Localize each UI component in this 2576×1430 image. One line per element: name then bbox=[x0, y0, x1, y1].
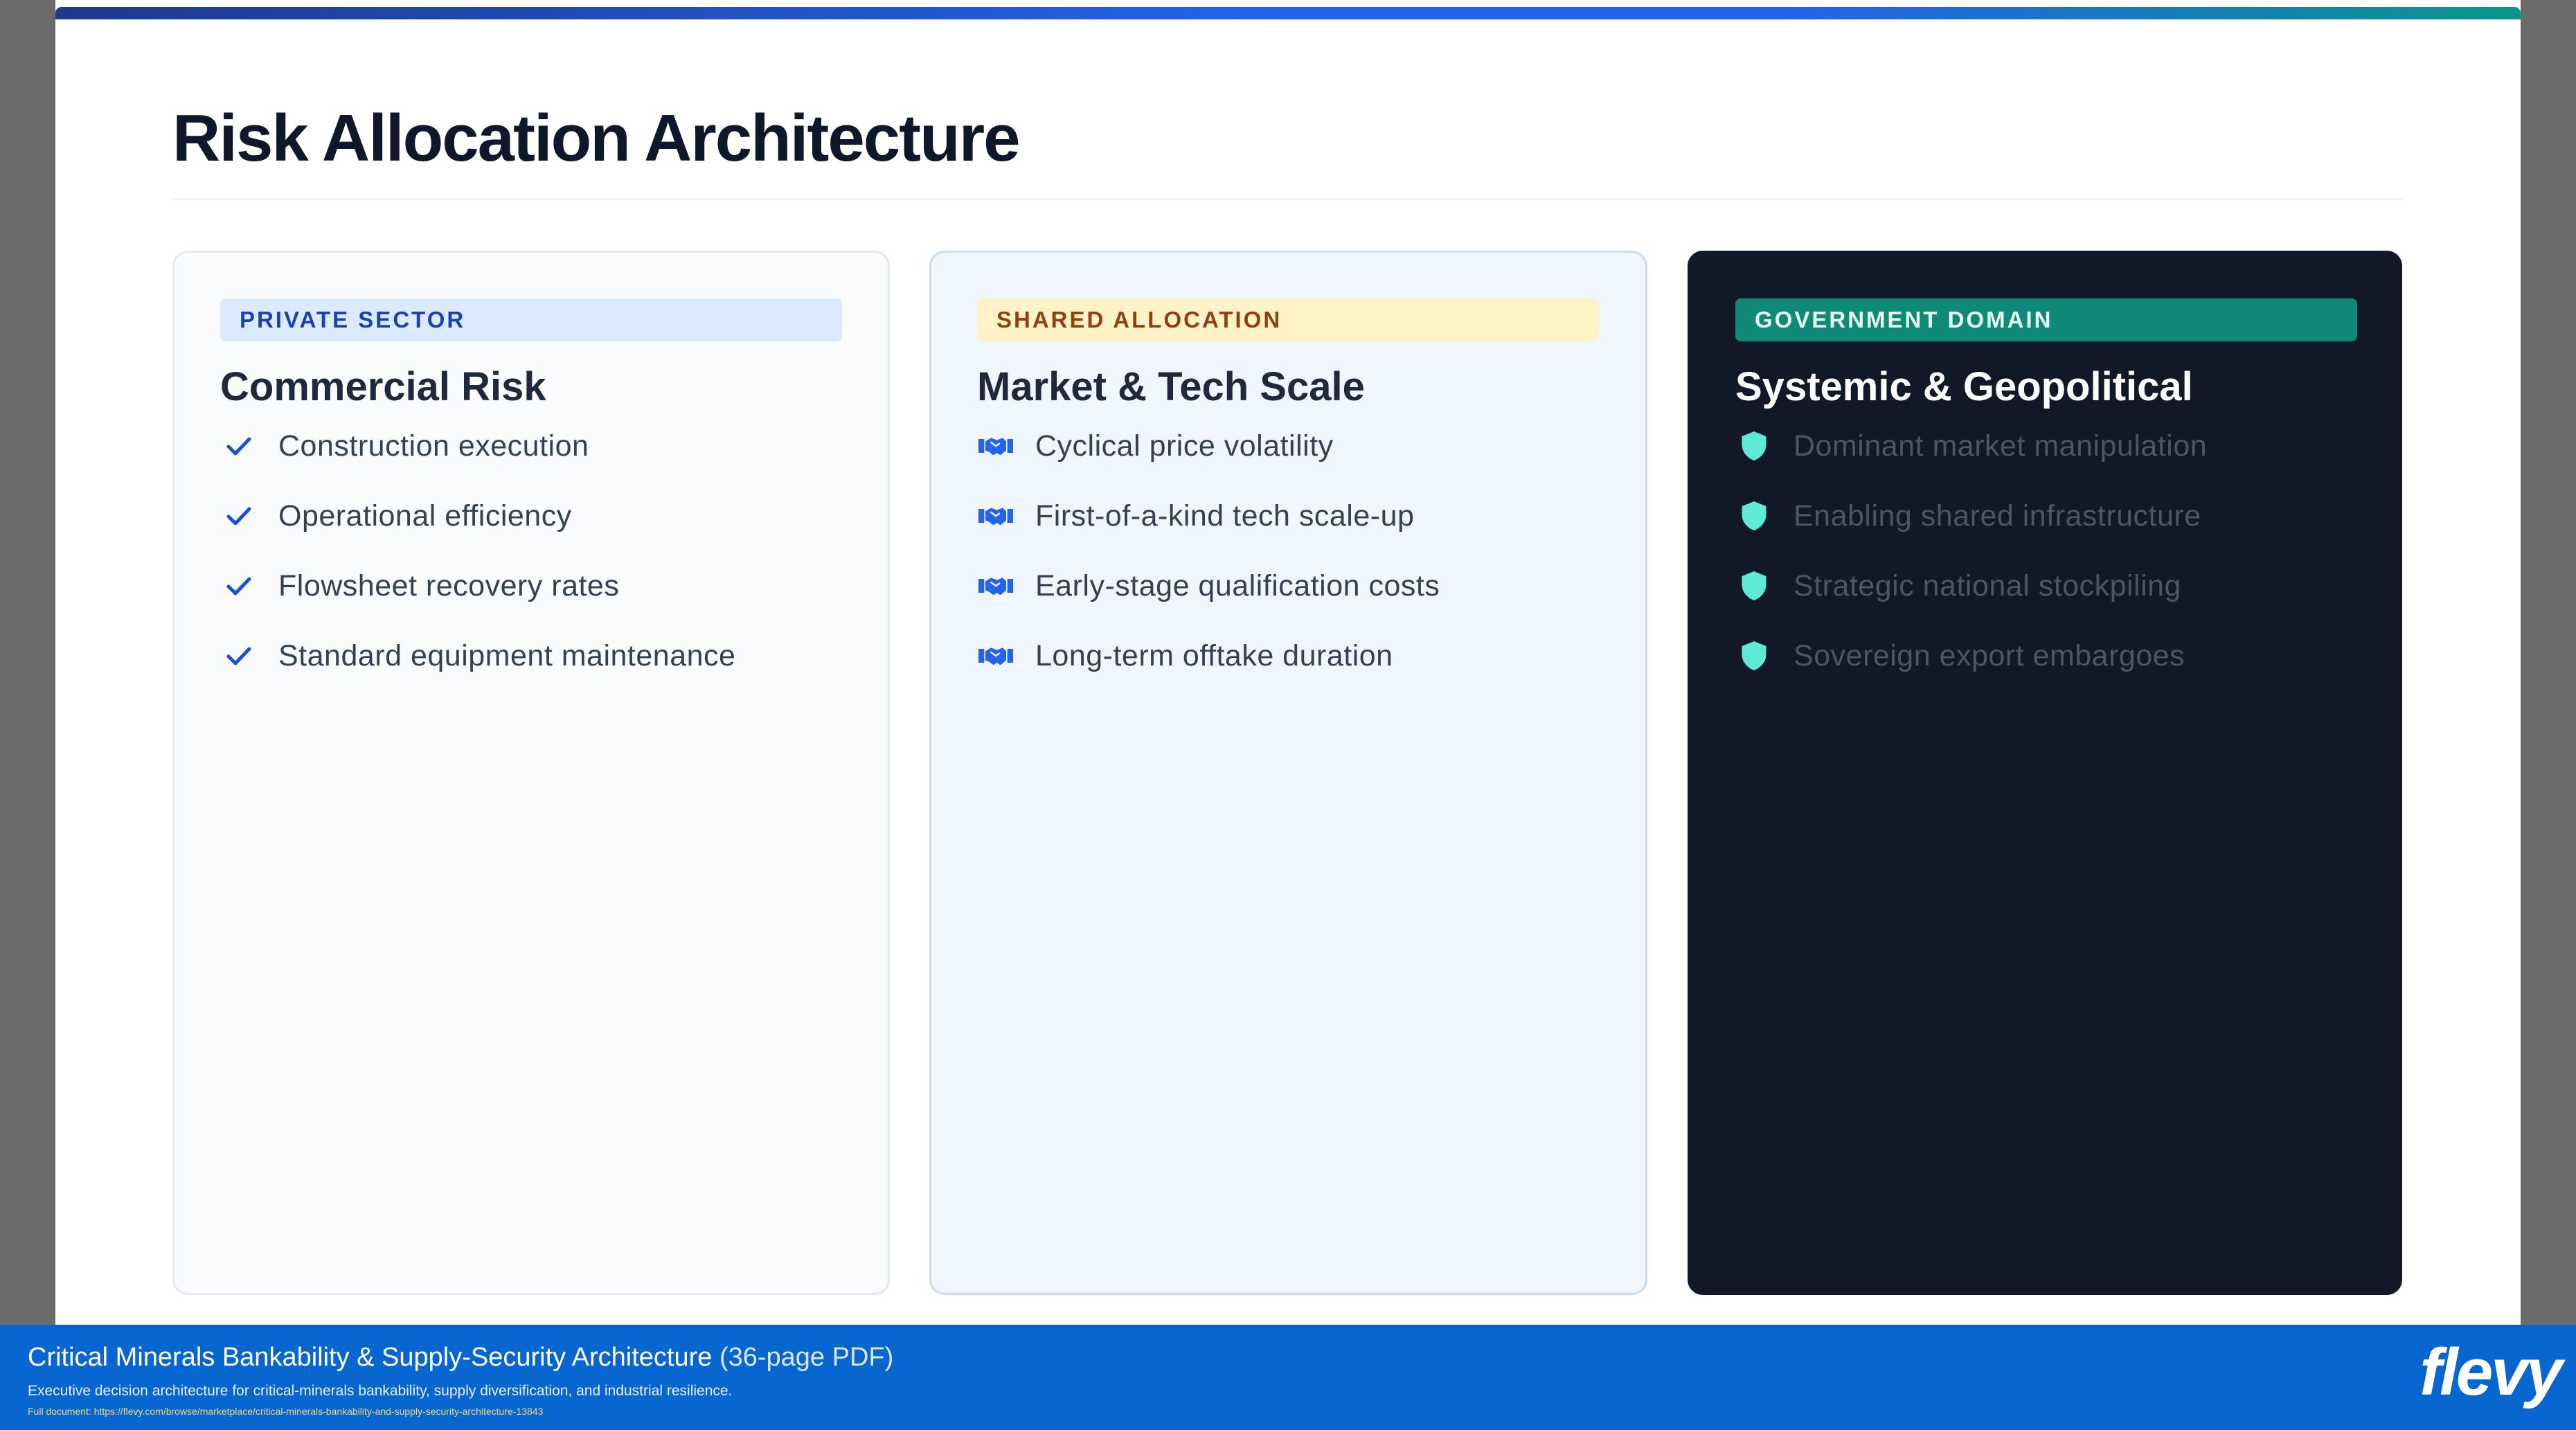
government-domain-card: GOVERNMENT DOMAIN Systemic & Geopolitica… bbox=[1688, 251, 2402, 1295]
shield-icon bbox=[1735, 637, 1773, 674]
list-item: Sovereign export embargoes bbox=[1735, 637, 2207, 707]
list-item: Operational efficiency bbox=[220, 497, 735, 567]
list-item: Construction execution bbox=[220, 427, 735, 497]
title-divider bbox=[172, 198, 2402, 200]
shield-icon bbox=[1735, 427, 1773, 465]
list-item-text: Early-stage qualification costs bbox=[1035, 569, 1440, 602]
list-item-text: Long-term offtake duration bbox=[1035, 639, 1393, 672]
shared-allocation-card: SHARED ALLOCATION Market & Tech Scale Cy… bbox=[929, 251, 1647, 1295]
list-item: First-of-a-kind tech scale-up bbox=[977, 497, 1440, 567]
list-item-text: Operational efficiency bbox=[278, 499, 572, 533]
private-sector-badge: PRIVATE SECTOR bbox=[220, 298, 842, 341]
government-domain-list: Dominant market manipulation Enabling sh… bbox=[1735, 427, 2207, 707]
check-icon bbox=[220, 567, 258, 605]
list-item: Dominant market manipulation bbox=[1735, 427, 2207, 497]
list-item-text: Flowsheet recovery rates bbox=[278, 569, 620, 602]
list-item-text: Sovereign export embargoes bbox=[1794, 639, 2185, 672]
shield-icon bbox=[1735, 567, 1773, 605]
check-icon bbox=[220, 637, 258, 674]
list-item-text: Construction execution bbox=[278, 429, 589, 463]
list-item: Strategic national stockpiling bbox=[1735, 567, 2207, 637]
list-item-text: Dominant market manipulation bbox=[1794, 429, 2208, 463]
list-item-text: Cyclical price volatility bbox=[1035, 429, 1334, 463]
handshake-icon bbox=[977, 427, 1014, 465]
list-item-text: Standard equipment maintenance bbox=[278, 639, 736, 672]
list-item: Long-term offtake duration bbox=[977, 637, 1440, 707]
check-icon bbox=[220, 427, 258, 465]
government-domain-title: Systemic & Geopolitical bbox=[1735, 364, 2193, 409]
handshake-icon bbox=[977, 497, 1014, 535]
slide-accent-bar bbox=[55, 7, 2521, 19]
list-item-text: First-of-a-kind tech scale-up bbox=[1035, 499, 1415, 533]
footer-subtitle: Executive decision architecture for crit… bbox=[28, 1383, 733, 1399]
government-domain-badge: GOVERNMENT DOMAIN bbox=[1735, 298, 2357, 341]
shared-allocation-badge: SHARED ALLOCATION bbox=[977, 298, 1599, 341]
shared-allocation-title: Market & Tech Scale bbox=[977, 364, 1365, 409]
handshake-icon bbox=[977, 637, 1014, 674]
list-item: Standard equipment maintenance bbox=[220, 637, 735, 707]
check-icon bbox=[220, 497, 258, 535]
handshake-icon bbox=[977, 567, 1014, 605]
list-item: Flowsheet recovery rates bbox=[220, 567, 735, 637]
footer-page-count: (36-page PDF) bbox=[719, 1343, 894, 1372]
private-sector-card: PRIVATE SECTOR Commercial Risk Construct… bbox=[172, 251, 890, 1295]
shield-icon bbox=[1735, 497, 1773, 535]
list-item: Enabling shared infrastructure bbox=[1735, 497, 2207, 567]
page-title: Risk Allocation Architecture bbox=[172, 101, 1021, 175]
list-item-text: Strategic national stockpiling bbox=[1794, 569, 2181, 602]
footer-url-link[interactable]: Full document: https://flevy.com/browse/… bbox=[28, 1406, 543, 1417]
flevy-logo[interactable]: flevy bbox=[2420, 1334, 2563, 1411]
footer-document-title[interactable]: Critical Minerals Bankability & Supply-S… bbox=[28, 1343, 712, 1372]
list-item: Cyclical price volatility bbox=[977, 427, 1440, 497]
private-sector-title: Commercial Risk bbox=[220, 364, 546, 409]
private-sector-list: Construction execution Operational effic… bbox=[220, 427, 735, 707]
slide: Risk Allocation Architecture PRIVATE SEC… bbox=[55, 0, 2521, 1326]
list-item: Early-stage qualification costs bbox=[977, 567, 1440, 637]
list-item-text: Enabling shared infrastructure bbox=[1794, 499, 2201, 533]
footer-title[interactable]: Critical Minerals Bankability & Supply-S… bbox=[28, 1343, 893, 1373]
footer-banner: Critical Minerals Bankability & Supply-S… bbox=[0, 1325, 2576, 1430]
shared-allocation-list: Cyclical price volatility First-of-a-kin… bbox=[977, 427, 1440, 707]
